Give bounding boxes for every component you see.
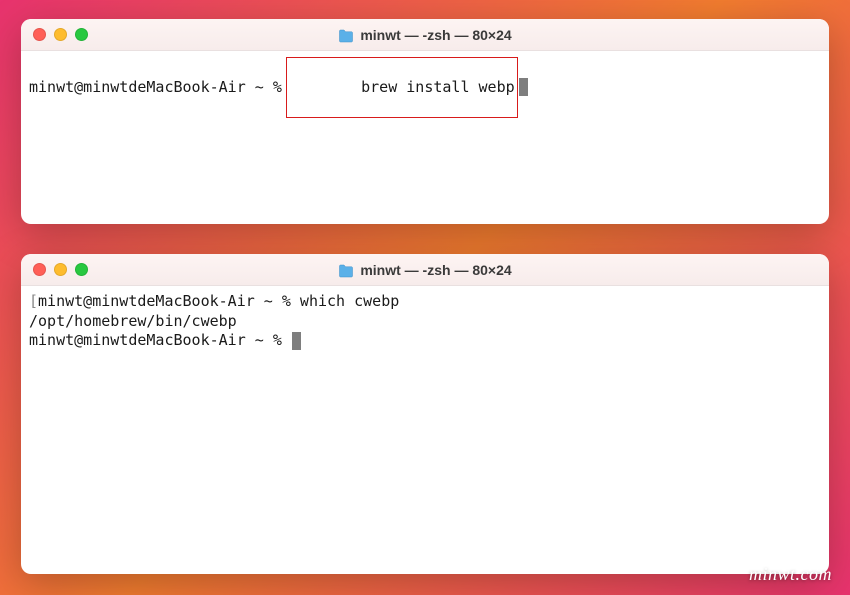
minimize-button[interactable]: [54, 263, 67, 276]
bracket-open: [: [29, 292, 38, 312]
terminal-window-2: minwt — -zsh — 80×24 [minwt@minwtdeMacBo…: [21, 254, 829, 574]
cursor: [292, 332, 301, 350]
terminal-line: /opt/homebrew/bin/cwebp: [29, 312, 821, 332]
title-content: minwt — -zsh — 80×24: [21, 262, 829, 278]
terminal-line: minwt@minwtdeMacBook-Air ~ %: [29, 331, 821, 351]
folder-icon: [338, 263, 354, 277]
titlebar: minwt — -zsh — 80×24: [21, 254, 829, 286]
maximize-button[interactable]: [75, 28, 88, 41]
window-title: minwt — -zsh — 80×24: [360, 262, 511, 278]
command-text: brew install webp: [361, 78, 515, 96]
title-content: minwt — -zsh — 80×24: [21, 27, 829, 43]
prompt: minwt@minwtdeMacBook-Air ~ %: [29, 331, 291, 351]
traffic-lights: [33, 263, 88, 276]
command-highlight: brew install webp: [286, 57, 518, 118]
maximize-button[interactable]: [75, 263, 88, 276]
minimize-button[interactable]: [54, 28, 67, 41]
prompt: minwt@minwtdeMacBook-Air ~ %: [38, 292, 291, 312]
terminal-body[interactable]: [minwt@minwtdeMacBook-Air ~ % which cweb…: [21, 286, 829, 357]
terminal-line: minwt@minwtdeMacBook-Air ~ % brew instal…: [29, 57, 821, 118]
folder-icon: [338, 28, 354, 42]
traffic-lights: [33, 28, 88, 41]
watermark: minwt.com: [749, 564, 832, 585]
close-button[interactable]: [33, 28, 46, 41]
window-title: minwt — -zsh — 80×24: [360, 27, 511, 43]
terminal-window-1: minwt — -zsh — 80×24 minwt@minwtdeMacBoo…: [21, 19, 829, 224]
prompt: minwt@minwtdeMacBook-Air ~ %: [29, 78, 282, 98]
cursor: [519, 78, 528, 96]
titlebar: minwt — -zsh — 80×24: [21, 19, 829, 51]
terminal-line: [minwt@minwtdeMacBook-Air ~ % which cweb…: [29, 292, 821, 312]
close-button[interactable]: [33, 263, 46, 276]
terminal-body[interactable]: minwt@minwtdeMacBook-Air ~ % brew instal…: [21, 51, 829, 124]
output-text: /opt/homebrew/bin/cwebp: [29, 312, 237, 332]
command-text: which cwebp: [291, 292, 399, 312]
